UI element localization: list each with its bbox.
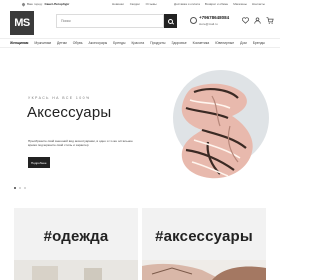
nav-item[interactable]: Детям — [57, 41, 67, 45]
category-tile-clothing[interactable]: #одежда — [14, 208, 138, 280]
search-input[interactable] — [56, 14, 164, 28]
logo[interactable]: MS — [10, 11, 34, 35]
location-icon — [21, 1, 26, 7]
nav-item[interactable]: Мужчинам — [34, 41, 51, 45]
city-name[interactable]: Санкт-Петербург — [44, 2, 69, 6]
top-link[interactable]: Контакты — [252, 2, 265, 6]
nav-item[interactable]: Косметика — [193, 41, 210, 45]
nav-item[interactable]: Дом — [240, 41, 247, 45]
top-link[interactable]: Магазины — [233, 2, 247, 6]
search-icon — [168, 18, 173, 24]
city-prefix: Ваш город: — [27, 2, 43, 6]
hero-title: Аксессуары — [27, 104, 112, 121]
top-link[interactable]: Возврат и обмен — [205, 2, 228, 6]
nav-item[interactable]: Обувь — [73, 41, 83, 45]
city-selector[interactable]: Ваш город: Санкт-Петербург — [21, 1, 69, 7]
search-button[interactable] — [164, 14, 177, 28]
top-link[interactable]: Скидки — [130, 2, 140, 6]
user-icon[interactable] — [254, 17, 261, 24]
slider-dot[interactable] — [19, 187, 21, 189]
top-bar: Ваш город: Санкт-Петербург Новинки Скидк… — [0, 0, 280, 8]
top-links: Новинки Скидки Отзывы — [112, 2, 157, 6]
details-button[interactable]: Подробнее — [28, 157, 50, 168]
tile-title: #аксессуары — [155, 228, 253, 245]
hero-subtitle: УКРАСЬ НА ВСЕ 100% — [28, 96, 91, 100]
page: Ваш город: Санкт-Петербург Новинки Скидк… — [0, 0, 280, 280]
details-button-label: Подробнее — [31, 160, 47, 165]
category-tile-accessories[interactable]: #аксессуары — [142, 208, 266, 280]
main-nav: Женщинам Мужчинам Детям Обувь Аксессуары… — [0, 38, 280, 48]
cart-icon[interactable] — [266, 17, 274, 24]
nav-item[interactable]: Здоровье — [172, 41, 187, 45]
phone-number[interactable]: +79678648084 — [199, 15, 229, 20]
clothing-image — [14, 260, 138, 280]
nav-item[interactable]: Ювелирные — [215, 41, 234, 45]
top-link[interactable]: Отзывы — [146, 2, 157, 6]
phone-icon — [190, 17, 197, 24]
slider-dot[interactable] — [14, 187, 16, 189]
nav-item[interactable]: Бренды — [113, 41, 125, 45]
nav-item[interactable]: Бренды — [253, 41, 265, 45]
top-link[interactable]: Доставка и оплата — [174, 2, 200, 6]
scarf-image — [181, 83, 253, 179]
header: MS +79678648084 store@mail.ru — [0, 9, 280, 37]
email-address[interactable]: store@mail.ru — [199, 22, 218, 26]
accessories-image — [142, 260, 266, 280]
nav-item[interactable]: Продукты — [150, 41, 165, 45]
nav-item[interactable]: Женщинам — [10, 41, 28, 45]
hero-description: Преобразите свой внешний вид аксессуарам… — [28, 139, 133, 148]
top-links-secondary: Доставка и оплата Возврат и обмен Магази… — [174, 2, 265, 6]
nav-item[interactable]: Красота — [131, 41, 144, 45]
nav-item[interactable]: Аксессуары — [89, 41, 108, 45]
tile-title: #одежда — [43, 228, 109, 245]
heart-icon[interactable] — [242, 17, 249, 24]
top-link[interactable]: Новинки — [112, 2, 124, 6]
slider-dots — [14, 187, 26, 189]
slider-dot[interactable] — [24, 187, 26, 189]
